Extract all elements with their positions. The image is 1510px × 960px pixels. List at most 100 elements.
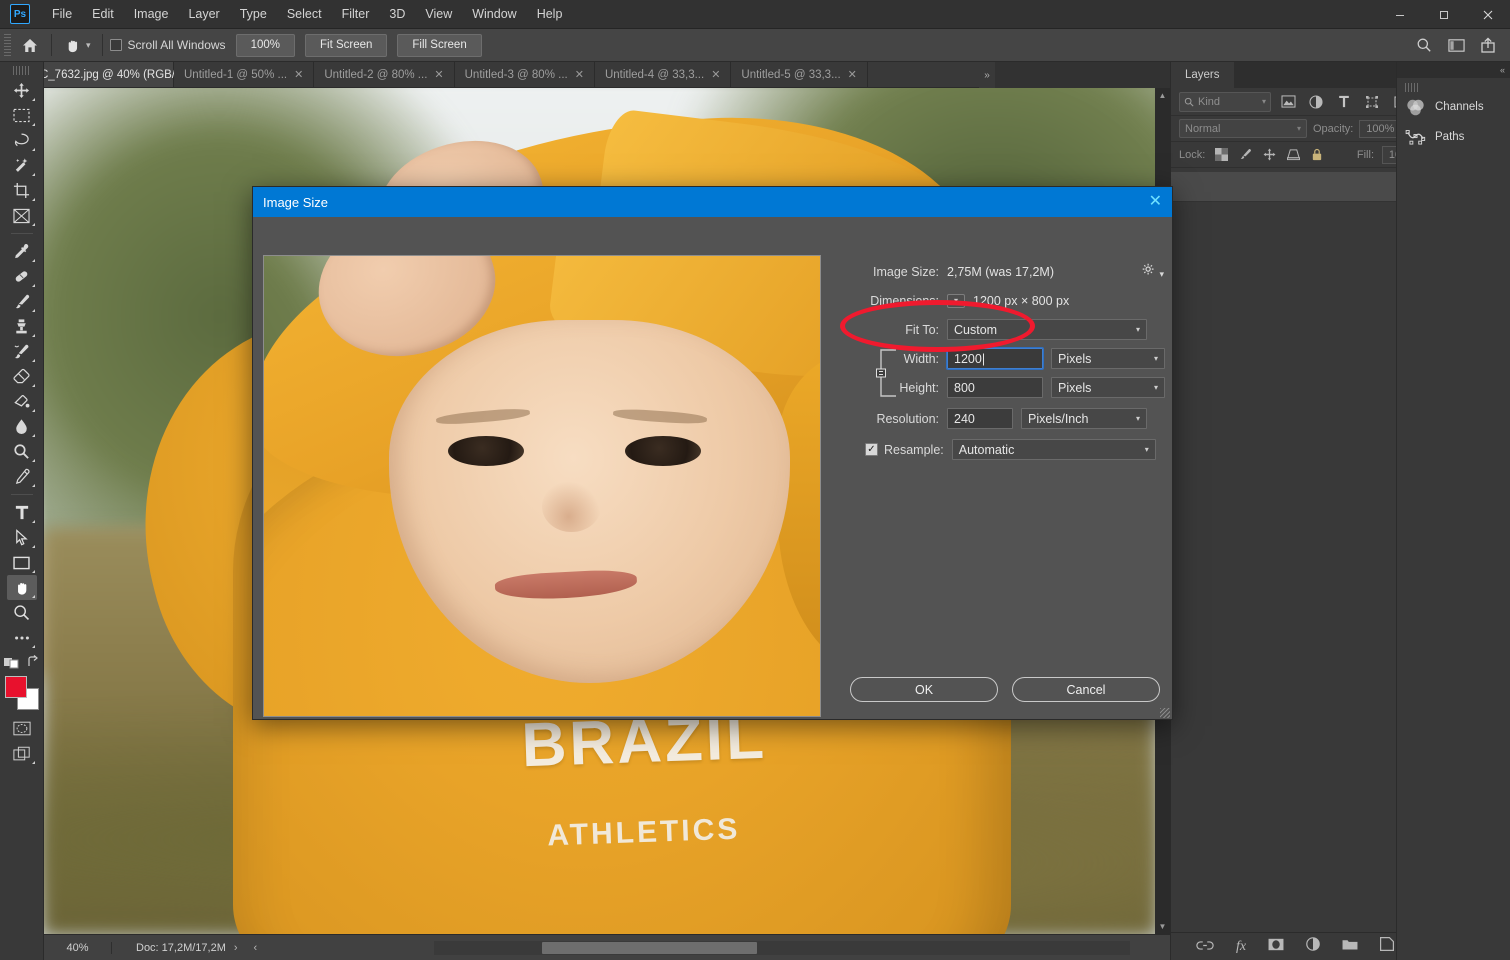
hand-tool[interactable] <box>7 575 37 600</box>
group-icon[interactable] <box>1342 938 1358 956</box>
screen-mode-toggle[interactable] <box>7 741 37 766</box>
pen-tool[interactable] <box>7 464 37 489</box>
zoom-100-button[interactable]: 100% <box>236 34 295 57</box>
status-expand-icon[interactable]: › <box>226 942 246 954</box>
menu-file[interactable]: File <box>42 3 82 25</box>
type-layer-icon[interactable] <box>1333 92 1355 112</box>
toolbar-grip[interactable] <box>13 66 31 75</box>
width-input[interactable]: 1200| <box>947 348 1043 369</box>
ok-button[interactable]: OK <box>850 677 998 702</box>
all-lock-icon[interactable] <box>1309 147 1325 163</box>
resample-select[interactable]: Automatic ▾ <box>952 439 1156 460</box>
edit-toolbar-tool[interactable] <box>7 625 37 650</box>
zoom-tool[interactable] <box>7 600 37 625</box>
rectangle-tool[interactable] <box>7 550 37 575</box>
default-colors-icon[interactable] <box>4 654 20 670</box>
scroll-all-windows-option[interactable]: Scroll All Windows <box>110 38 226 52</box>
height-unit-select[interactable]: Pixels ▾ <box>1051 377 1165 398</box>
minimize-button[interactable] <box>1378 0 1422 29</box>
status-collapse-icon[interactable]: ‹ <box>246 942 266 954</box>
clone-stamp-tool[interactable] <box>7 314 37 339</box>
color-swatches[interactable] <box>5 676 39 710</box>
position-lock-icon[interactable] <box>1261 147 1277 163</box>
menu-view[interactable]: View <box>415 3 462 25</box>
menu-select[interactable]: Select <box>277 3 332 25</box>
path-selection-tool[interactable] <box>7 525 37 550</box>
menu-edit[interactable]: Edit <box>82 3 124 25</box>
shape-layer-icon[interactable] <box>1361 92 1383 112</box>
quick-mask-toggle[interactable] <box>7 716 37 741</box>
double-chevron-right-icon[interactable]: « <box>1500 65 1505 75</box>
scroll-down-arrow-icon[interactable]: ▼ <box>1155 919 1170 934</box>
type-tool[interactable] <box>7 500 37 525</box>
chevron-down-icon[interactable]: ▾ <box>947 294 965 308</box>
tab-close-icon[interactable]: ✕ <box>711 68 720 81</box>
menu-image[interactable]: Image <box>124 3 179 25</box>
lasso-tool[interactable] <box>7 128 37 153</box>
transparency-lock-icon[interactable] <box>1213 147 1229 163</box>
layer-mask-icon[interactable] <box>1268 938 1284 956</box>
brush-lock-icon[interactable] <box>1237 147 1253 163</box>
menu-help[interactable]: Help <box>527 3 573 25</box>
history-brush-tool[interactable] <box>7 339 37 364</box>
height-input[interactable]: 800 <box>947 377 1043 398</box>
blur-tool[interactable] <box>7 414 37 439</box>
move-tool[interactable] <box>7 78 37 103</box>
zoom-level[interactable]: 40% <box>44 942 112 954</box>
panel-item-channels[interactable]: Channels <box>1397 92 1510 122</box>
tab-untitled-1[interactable]: Untitled-1 @ 50% ... ✕ <box>174 62 314 87</box>
dialog-title-bar[interactable]: Image Size ✕ <box>253 187 1172 217</box>
marquee-tool[interactable] <box>7 103 37 128</box>
resolution-unit-select[interactable]: Pixels/Inch ▾ <box>1021 408 1147 429</box>
gradient-tool[interactable] <box>7 389 37 414</box>
dialog-resize-grip[interactable] <box>1160 708 1170 718</box>
pixel-layer-icon[interactable] <box>1277 92 1299 112</box>
tab-untitled-3[interactable]: Untitled-3 @ 80% ... ✕ <box>455 62 595 87</box>
swap-colors-icon[interactable] <box>26 655 40 669</box>
eraser-tool[interactable] <box>7 364 37 389</box>
menu-3d[interactable]: 3D <box>379 3 415 25</box>
resolution-input[interactable]: 240 <box>947 408 1013 429</box>
menu-type[interactable]: Type <box>230 3 277 25</box>
tab-close-icon[interactable]: ✕ <box>848 68 857 81</box>
close-button[interactable] <box>1466 0 1510 29</box>
resample-checkbox[interactable]: ✓ <box>865 443 878 456</box>
fx-icon[interactable]: fx <box>1236 939 1246 955</box>
width-unit-select[interactable]: Pixels ▾ <box>1051 348 1165 369</box>
options-bar-grip[interactable] <box>4 34 11 56</box>
link-layers-icon[interactable] <box>1196 938 1214 956</box>
quick-selection-tool[interactable] <box>7 153 37 178</box>
menu-filter[interactable]: Filter <box>332 3 380 25</box>
new-layer-icon[interactable] <box>1380 937 1394 956</box>
fill-screen-button[interactable]: Fill Screen <box>397 34 481 57</box>
menu-layer[interactable]: Layer <box>178 3 229 25</box>
artboard-lock-icon[interactable] <box>1285 147 1301 163</box>
maximize-button[interactable] <box>1422 0 1466 29</box>
share-icon[interactable] <box>1474 32 1502 58</box>
cancel-button[interactable]: Cancel <box>1012 677 1160 702</box>
close-icon[interactable]: ✕ <box>1149 194 1162 210</box>
tab-overflow-icon[interactable]: » <box>979 62 995 88</box>
horizontal-scroll-thumb[interactable] <box>542 942 757 954</box>
eyedropper-tool[interactable] <box>7 239 37 264</box>
brush-tool[interactable] <box>7 289 37 314</box>
tab-close-icon[interactable]: ✕ <box>434 68 443 81</box>
dodge-tool[interactable] <box>7 439 37 464</box>
adjustment-layer-icon[interactable] <box>1305 92 1327 112</box>
scroll-up-arrow-icon[interactable]: ▲ <box>1155 88 1170 103</box>
menu-window[interactable]: Window <box>462 3 526 25</box>
adjustment-icon[interactable] <box>1306 937 1320 956</box>
workspace-icon[interactable] <box>1442 32 1470 58</box>
channels-panel-grip[interactable] <box>1405 83 1419 92</box>
active-tool-preset[interactable]: ▾ <box>59 32 95 58</box>
tab-layers[interactable]: Layers <box>1171 62 1234 88</box>
tab-close-icon[interactable]: ✕ <box>575 68 584 81</box>
scroll-all-windows-checkbox[interactable] <box>110 39 122 51</box>
home-icon[interactable] <box>16 32 44 58</box>
tab-untitled-2[interactable]: Untitled-2 @ 80% ... ✕ <box>314 62 454 87</box>
fit-screen-button[interactable]: Fit Screen <box>305 34 387 57</box>
tab-untitled-4[interactable]: Untitled-4 @ 33,3... ✕ <box>595 62 731 87</box>
tab-untitled-5[interactable]: Untitled-5 @ 33,3... ✕ <box>731 62 867 87</box>
fit-to-select[interactable]: Custom ▾ <box>947 319 1147 340</box>
gear-icon[interactable]: ▾ <box>1142 263 1164 280</box>
